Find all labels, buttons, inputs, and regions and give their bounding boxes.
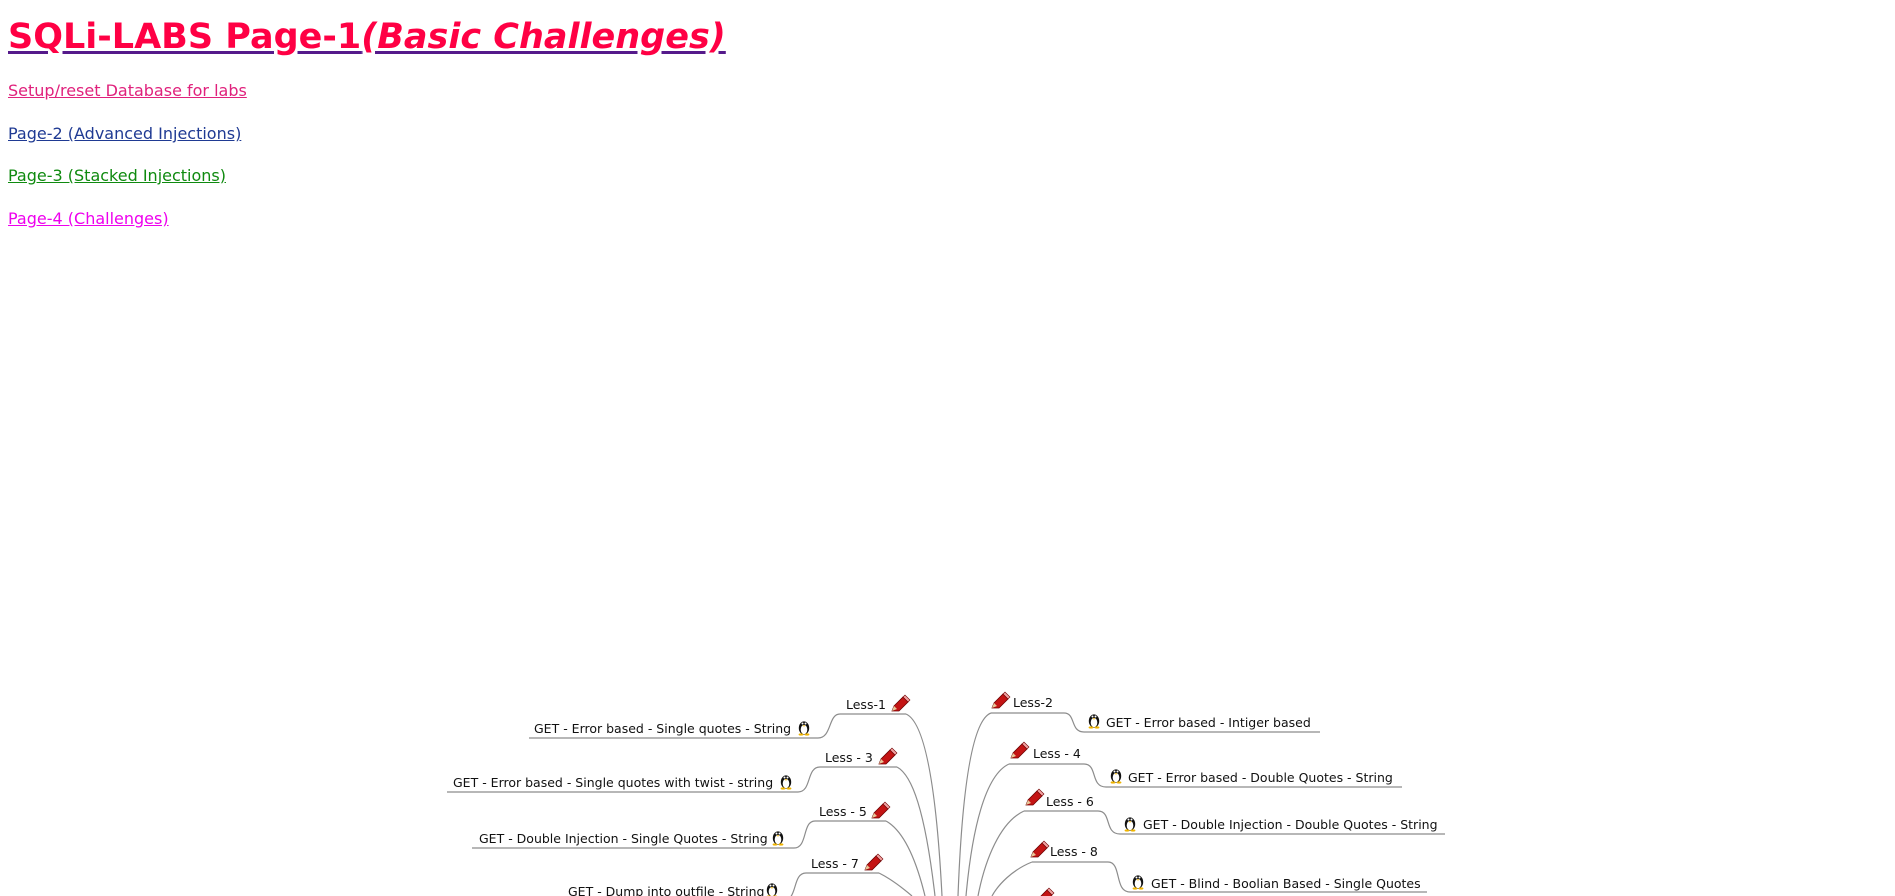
linux-penguin-icon [1132,875,1144,890]
branch-line [896,766,936,896]
linux-penguin-icon [1088,714,1100,729]
linux-penguin-icon [780,775,792,790]
challenge-label[interactable]: GET - Dump into outfile - String [568,884,765,896]
lesson-2-label[interactable]: Less-2 [1013,695,1053,710]
challenge-label[interactable]: GET - Error based - Intiger based [1106,715,1311,730]
challenge-label[interactable]: GET - Double Injection - Double Quotes -… [1143,817,1438,832]
linux-penguin-icon [798,721,810,736]
lesson-3-label[interactable]: Less - 3 [825,750,873,765]
challenge-label[interactable]: GET - Error based - Double Quotes - Stri… [1128,770,1393,785]
challenge-label[interactable]: GET - Error based - Single quotes with t… [453,775,773,790]
lesson-1-label[interactable]: Less-1 [846,697,886,712]
linux-penguin-icon [772,831,784,846]
linux-penguin-icon [1110,769,1122,784]
pencil-icon [864,853,884,871]
pencil-icon [1035,887,1055,896]
page: SQLi-LABS Page-1(Basic Challenges) Setup… [0,0,1895,896]
challenge-label[interactable]: GET - Blind - Boolian Based - Single Quo… [1151,876,1421,891]
lesson-5-label[interactable]: Less - 5 [819,804,867,819]
branch-line [957,712,992,896]
pencil-icon [1030,840,1050,858]
challenge-label[interactable]: GET - Error based - Single quotes - Stri… [534,721,791,736]
branch-line [991,861,1033,896]
pencil-icon [1025,788,1045,806]
linux-penguin-icon [1124,817,1136,832]
branch-line [885,820,926,896]
lesson-7-label[interactable]: Less - 7 [811,856,859,871]
pencil-icon [1010,741,1030,759]
lesson-4-label[interactable]: Less - 4 [1033,746,1081,761]
linux-penguin-icon [766,883,778,896]
pencil-icon [991,691,1011,709]
pencil-icon [871,801,891,819]
pencil-icon [891,694,911,712]
pencil-icon [878,747,898,765]
lesson-6-label[interactable]: Less - 6 [1046,794,1094,809]
challenge-label[interactable]: GET - Double Injection - Single Quotes -… [479,831,768,846]
branch-line [905,713,943,896]
lessons-mind-map: Less-1 GET - Error based - Single quotes… [447,691,1445,896]
branch-line [878,872,913,896]
lesson-8-label[interactable]: Less - 8 [1050,844,1098,859]
